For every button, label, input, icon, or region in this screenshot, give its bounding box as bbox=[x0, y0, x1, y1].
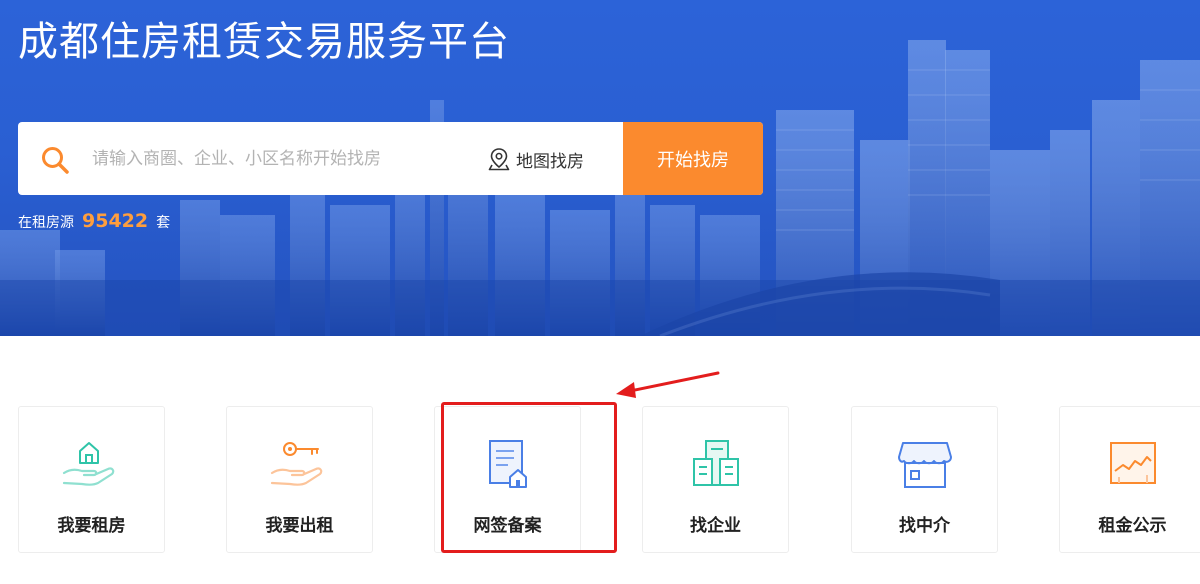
service-card-lease-out[interactable]: 我要出租 bbox=[226, 406, 373, 553]
key-hand-icon bbox=[270, 442, 322, 486]
contract-document-icon bbox=[488, 440, 527, 488]
service-label: 找中介 bbox=[899, 516, 950, 536]
service-card-rent-publicity[interactable]: 租金公示 bbox=[1059, 406, 1200, 553]
service-card-find-agency[interactable]: 找中介 bbox=[851, 406, 998, 553]
rent-chart-icon bbox=[1109, 442, 1156, 484]
storefront-icon bbox=[897, 442, 952, 488]
service-card-contract-filing[interactable]: 网签备案 bbox=[434, 406, 581, 553]
service-label: 我要出租 bbox=[265, 516, 334, 536]
service-cards: 我要租房 我要出租 网签备案 找企业 找中介 租金公示 bbox=[0, 0, 1200, 584]
service-card-rent[interactable]: 我要租房 bbox=[18, 406, 165, 553]
service-label: 租金公示 bbox=[1098, 516, 1167, 536]
annotation-arrow-icon bbox=[616, 371, 720, 398]
house-hand-icon bbox=[62, 442, 114, 486]
service-label: 网签备案 bbox=[473, 516, 542, 536]
service-label: 我要租房 bbox=[57, 516, 126, 536]
office-buildings-icon bbox=[692, 440, 739, 486]
service-card-find-company[interactable]: 找企业 bbox=[642, 406, 789, 553]
service-label: 找企业 bbox=[690, 516, 741, 536]
